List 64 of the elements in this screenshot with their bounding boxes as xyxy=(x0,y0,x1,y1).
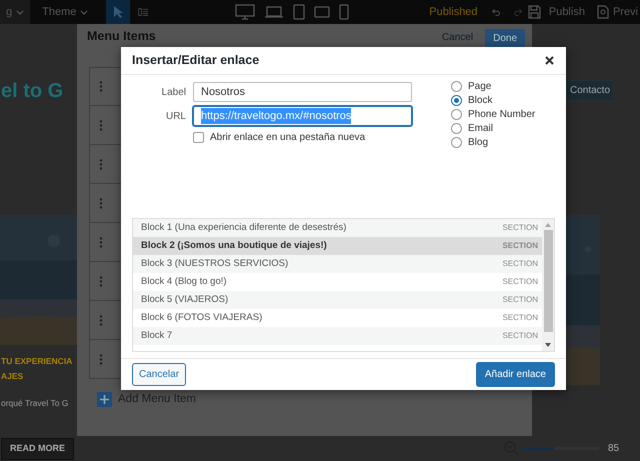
headline-text: AJES xyxy=(1,370,24,383)
block-list-item[interactable]: Block 4 (Blog to go!) SECTION xyxy=(133,273,542,291)
radio-label: Email xyxy=(468,122,494,136)
radio-label: Block xyxy=(468,94,492,108)
block-list-item[interactable]: Block 3 (NUESTROS SERVICIOS) SECTION xyxy=(133,255,542,273)
radio-label: Phone Number xyxy=(468,108,536,122)
tablet-landscape-icon[interactable] xyxy=(314,6,330,18)
url-field[interactable]: https://traveltogo.mx/#nosotros xyxy=(193,106,412,126)
drag-handle-icon[interactable] xyxy=(99,314,103,326)
cancel-button[interactable]: Cancelar xyxy=(132,363,186,386)
caret-icon xyxy=(16,8,24,16)
add-link-button[interactable]: Añadir enlace xyxy=(476,362,555,387)
label-field[interactable]: Nosotros xyxy=(193,82,412,102)
plus-icon[interactable] xyxy=(97,392,112,408)
done-button[interactable]: Done xyxy=(485,28,525,48)
undo-icon[interactable] xyxy=(492,6,500,18)
block-list-item[interactable]: Block 1 (Una experiencia diferente de desestrés) SECTION xyxy=(133,219,542,237)
scrollbar-thumb[interactable] xyxy=(544,230,552,332)
link-type-radio[interactable] xyxy=(451,122,462,134)
new-tab-checkbox[interactable] xyxy=(193,132,204,143)
drag-handle-icon[interactable] xyxy=(99,236,103,248)
drag-handle-icon[interactable] xyxy=(99,120,103,130)
laptop-icon[interactable] xyxy=(264,5,284,19)
contact-button[interactable]: Contacto xyxy=(566,80,614,101)
block-list-item[interactable]: Block 2 (¡Somos una boutique de viajes!) SECTION xyxy=(133,237,542,255)
phone-icon[interactable] xyxy=(339,4,350,20)
preview-icon xyxy=(596,5,609,19)
drag-handle-icon[interactable] xyxy=(99,276,103,286)
dialog-title: Insertar/Editar enlace xyxy=(132,52,260,70)
read-more-button[interactable]: READ MORE xyxy=(1,438,74,460)
site-logo: el to G xyxy=(1,79,64,103)
drag-handle-icon[interactable] xyxy=(99,158,103,170)
block-list-item[interactable]: Block 6 (FOTOS VIAJERAS) SECTION xyxy=(133,309,542,327)
status-label: Published xyxy=(429,4,478,20)
link-type-radio[interactable] xyxy=(451,80,462,92)
select-tool-button[interactable] xyxy=(106,0,130,24)
radio-label: Page xyxy=(468,80,492,94)
radio-label: Blog xyxy=(468,136,488,150)
drag-handle-icon[interactable] xyxy=(99,81,103,92)
desktop-icon[interactable] xyxy=(235,4,256,20)
field-label: URL xyxy=(164,110,186,124)
pointer-icon xyxy=(112,5,124,19)
checkbox-label: Abrir enlace en una pestaña nueva xyxy=(210,131,366,145)
redo-icon[interactable] xyxy=(514,6,522,18)
teaser-text: orqué Travel To G xyxy=(1,397,68,410)
block-list-item[interactable]: Block 5 (VIAJEROS) SECTION xyxy=(133,291,542,309)
link-type-radio[interactable] xyxy=(451,94,462,106)
panel-title: Menu Items xyxy=(87,29,157,44)
link-type-radio[interactable] xyxy=(451,108,462,120)
drag-handle-icon[interactable] xyxy=(99,198,103,208)
list-icon[interactable] xyxy=(138,6,150,18)
zoom-value: 85 xyxy=(608,442,620,456)
scroll-up-icon[interactable] xyxy=(545,222,551,228)
zoom-slider-fill[interactable] xyxy=(524,446,554,450)
drag-handle-icon[interactable] xyxy=(99,354,103,364)
close-icon[interactable] xyxy=(545,56,554,65)
headline-text: TU EXPERIENCIA xyxy=(1,355,72,368)
scroll-down-icon[interactable] xyxy=(545,342,551,348)
tablet-icon[interactable] xyxy=(293,4,306,20)
block-list-item[interactable]: Block 7 SECTION xyxy=(133,327,542,345)
caret-icon xyxy=(80,8,88,16)
save-icon xyxy=(528,5,541,19)
link-type-radio[interactable] xyxy=(451,136,462,148)
field-label: Label xyxy=(160,86,186,100)
